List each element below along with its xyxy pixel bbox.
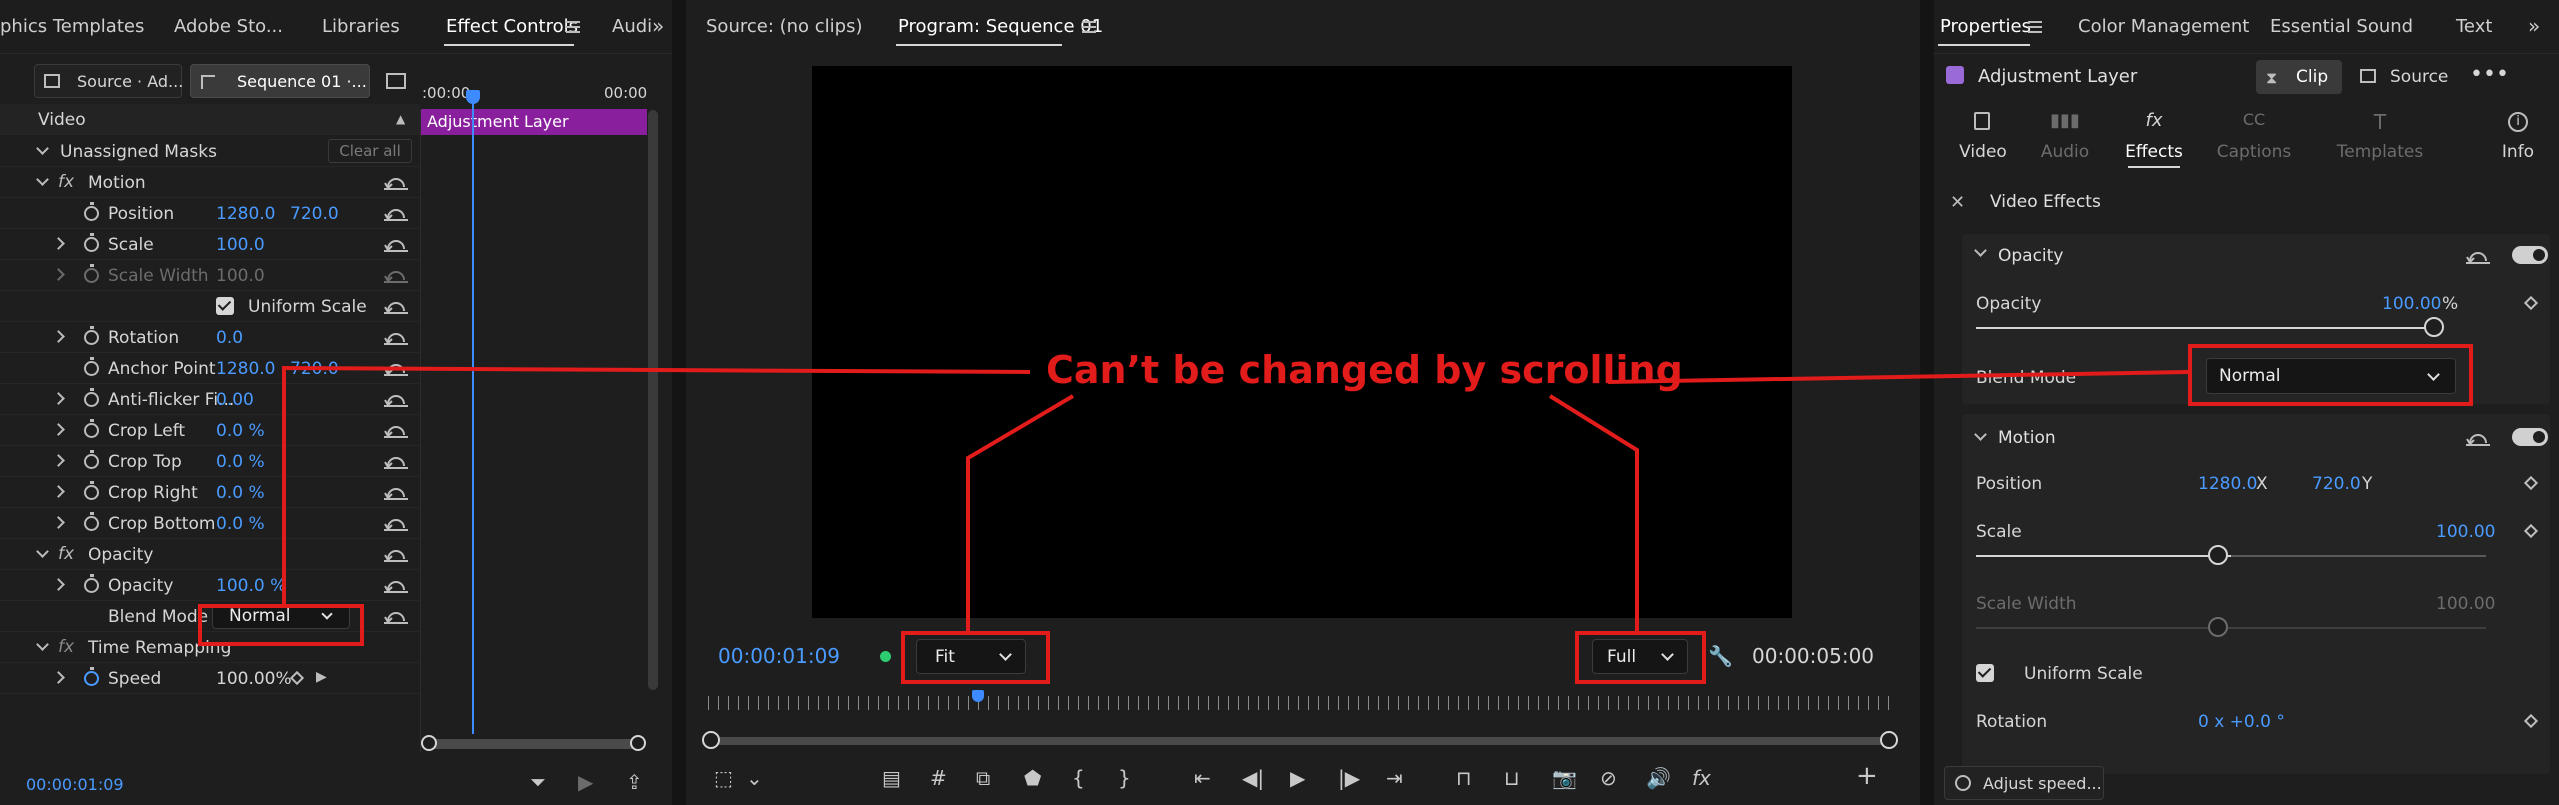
annotation-lines — [282, 365, 2189, 631]
annotation-text: Can’t be changed by scrolling — [1046, 348, 1683, 392]
